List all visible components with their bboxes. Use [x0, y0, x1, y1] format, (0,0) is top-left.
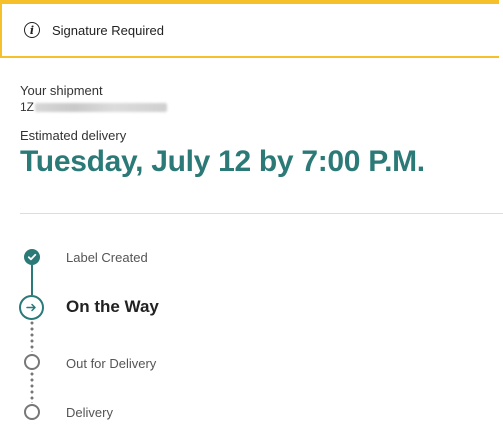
circle-icon: [24, 404, 40, 420]
arrow-right-icon: [19, 295, 44, 320]
shipment-label: Your shipment: [20, 83, 103, 98]
step-label-on-the-way: On the Way: [66, 297, 159, 316]
check-icon: [24, 249, 40, 265]
tracking-number-redacted: [35, 102, 168, 112]
alert-text: Signature Required: [52, 22, 165, 38]
step-label-created: Label Created: [66, 250, 148, 265]
signature-alert-banner: i Signature Required: [0, 0, 499, 58]
circle-icon: [24, 354, 40, 370]
progress-line-complete: [31, 265, 33, 295]
progress-line-pending: [30, 371, 34, 403]
tracking-number: 1Z: [20, 100, 168, 114]
step-label-delivery: Delivery: [66, 405, 113, 420]
step-label-out-for-delivery: Out for Delivery: [66, 356, 157, 371]
divider: [20, 213, 503, 214]
tracking-prefix: 1Z: [20, 100, 35, 114]
shipment-tracking-page: i Signature Required Your shipment 1Z Es…: [0, 0, 503, 446]
info-icon: i: [24, 22, 40, 38]
delivery-date: Tuesday, July 12 by 7:00 P.M.: [20, 145, 425, 178]
estimated-delivery-label: Estimated delivery: [20, 128, 127, 143]
progress-line-pending: [30, 320, 34, 352]
